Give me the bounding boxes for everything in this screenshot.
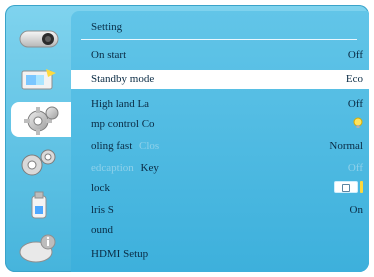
menu-item-value: Off (347, 49, 363, 61)
menu-item-label: lock (91, 182, 110, 194)
menu-item-value: Eco (345, 73, 363, 85)
menu-item-closed-caption-key[interactable]: edcaption Key Off (71, 159, 369, 178)
menu-item-label: oling fast Clos (91, 140, 159, 152)
menu-item-label: ound (91, 224, 113, 236)
menu-item-label: On start (91, 49, 127, 61)
rail-tab-display[interactable] (13, 19, 65, 54)
title-divider (81, 39, 357, 40)
display-icon (19, 30, 59, 47)
menu-item-value: Off (347, 162, 363, 174)
menu-item-lock[interactable]: lock (71, 179, 369, 198)
menu-item-high-land[interactable]: High land La Off (71, 95, 369, 114)
projector-menu-frame: Setting On start Off Standby mode Eco Hi… (5, 5, 369, 272)
menu-item-label-dim: Clos (139, 140, 160, 152)
lock-value (334, 181, 363, 197)
menu-item-sound[interactable]: ound (71, 221, 369, 240)
menu-item-label: edcaption Key (91, 162, 159, 174)
rail-tab-info[interactable] (13, 231, 65, 266)
rail-tab-usb[interactable] (13, 188, 65, 223)
settings-panel: Setting On start Off Standby mode Eco Hi… (71, 11, 369, 272)
menu-item-label: Standby mode (91, 73, 155, 85)
settings-gear-icon (24, 106, 59, 135)
menu-item-label-dim: edcaption (91, 162, 134, 174)
key-indicator-icon (360, 181, 363, 193)
menu-item-label: mp control Co (91, 118, 155, 130)
menu-item-label-text: Key (140, 162, 159, 174)
menu-item-iris[interactable]: lris S On (71, 201, 369, 220)
menu-item-label: lris S (91, 204, 114, 216)
menu-item-standby-mode[interactable]: Standby mode Eco (71, 70, 369, 89)
menu-item-on-start[interactable]: On start Off (71, 46, 369, 65)
rail-tab-setting[interactable] (11, 102, 71, 137)
advanced-gears-icon (21, 149, 56, 175)
menu-item-hdmi-setup[interactable]: HDMI Setup (71, 245, 369, 264)
info-icon (19, 234, 56, 262)
picture-icon (21, 68, 56, 89)
menu-category-rail (5, 5, 71, 272)
rail-tab-advanced[interactable] (13, 145, 65, 180)
menu-item-cooling-fast[interactable]: oling fast Clos Normal (71, 137, 369, 156)
rail-tab-picture[interactable] (13, 61, 65, 96)
menu-item-value: Normal (329, 140, 363, 152)
menu-item-lamp-control[interactable]: mp control Co (71, 115, 369, 134)
usb-memory-icon (31, 191, 47, 218)
menu-item-label: HDMI Setup (91, 248, 149, 260)
menu-item-label-text: oling fast (91, 140, 133, 152)
lamp-control-value (353, 117, 363, 133)
lamp-icon (353, 117, 363, 128)
page-title: Setting (91, 21, 123, 33)
menu-item-label: High land La (91, 98, 150, 110)
key-lock-icon (334, 181, 358, 193)
menu-item-value: On (349, 204, 363, 216)
menu-item-value: Off (347, 98, 363, 110)
